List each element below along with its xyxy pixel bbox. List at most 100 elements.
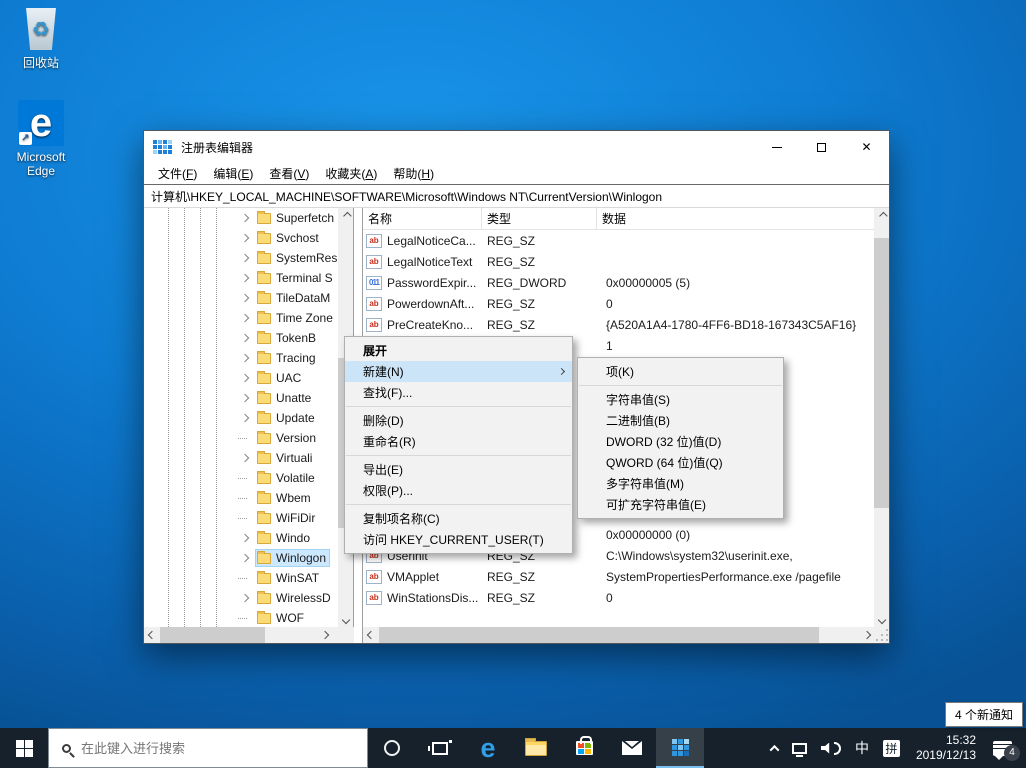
scroll-left-icon[interactable] [144,627,159,642]
expand-chevron-icon[interactable] [240,233,250,243]
context-menu-item-delete[interactable]: 删除(D) [345,410,572,431]
expand-chevron-icon[interactable] [240,393,250,403]
tree-item[interactable]: Terminal S [144,268,339,288]
values-horizontal-scrollbar[interactable] [363,627,874,643]
tree-item-winlogon-selected[interactable]: Winlogon [144,548,339,568]
scroll-up-icon[interactable] [874,208,889,223]
start-button[interactable] [0,728,48,768]
submenu-item-binary-value[interactable]: 二进制值(B) [578,410,783,431]
scroll-down-icon[interactable] [874,612,889,627]
resize-grip[interactable] [874,627,889,643]
value-row[interactable]: ab PreCreateKno... REG_SZ {A520A1A4-1780-4F… [363,314,874,335]
taskbar-mail-button[interactable] [608,728,656,768]
expand-chevron-icon[interactable] [240,413,250,423]
value-row[interactable]: ab WinStationsDis... REG_SZ 0 [363,587,874,608]
tree-item[interactable]: Windo [144,528,339,548]
tray-clock[interactable]: 15:32 2019/12/13 [907,728,985,768]
tree-view[interactable]: Superfetch Svchost SystemRes Terminal S … [144,208,339,627]
close-button[interactable]: ✕ [844,131,889,163]
address-bar[interactable]: 计算机\HKEY_LOCAL_MACHINE\SOFTWARE\Microsof… [144,184,889,208]
value-row[interactable]: ab PowerdownAft... REG_SZ 0 [363,293,874,314]
tree-item[interactable]: TileDataM [144,288,339,308]
scroll-up-icon[interactable] [338,208,353,223]
submenu-item-string-value[interactable]: 字符串值(S) [578,389,783,410]
tree-item[interactable]: Update [144,408,339,428]
submenu-item-key[interactable]: 项(K) [578,361,783,382]
column-header-name[interactable]: 名称 [363,208,482,229]
tray-action-center-button[interactable]: 4 [985,728,1026,768]
tray-volume-button[interactable] [814,728,848,768]
menu-help[interactable]: 帮助(H) [385,163,442,184]
desktop-icon-recycle-bin[interactable]: ♻ 回收站 [2,8,80,71]
column-header-type[interactable]: 类型 [482,208,597,229]
taskbar-store-button[interactable] [560,728,608,768]
tree-item[interactable]: Unatte [144,388,339,408]
tree-item[interactable]: Volatile [144,468,339,488]
taskbar-edge-button[interactable]: e [464,728,512,768]
context-menu-item-copy-key-name[interactable]: 复制项名称(C) [345,508,572,529]
tree-item[interactable]: TokenB [144,328,339,348]
menu-view[interactable]: 查看(V) [261,163,317,184]
expand-chevron-icon[interactable] [240,313,250,323]
tree-item[interactable]: WOF [144,608,339,627]
submenu-item-expandable-string-value[interactable]: 可扩充字符串值(E) [578,494,783,515]
context-menu-item-permissions[interactable]: 权限(P)... [345,480,572,501]
expand-chevron-icon[interactable] [240,253,250,263]
context-menu-item-new[interactable]: 新建(N) [345,361,572,382]
tree-item[interactable]: Time Zone [144,308,339,328]
maximize-button[interactable] [799,131,844,163]
value-row[interactable]: 011 PasswordExpir... REG_DWORD 0x00000005 (… [363,272,874,293]
expand-chevron-icon[interactable] [240,593,250,603]
minimize-button[interactable] [754,131,799,163]
expand-chevron-icon[interactable] [240,213,250,223]
menu-file[interactable]: 文件(F) [150,163,205,184]
context-menu-item-goto-hkcu[interactable]: 访问 HKEY_CURRENT_USER(T) [345,529,572,550]
search-input[interactable] [81,740,331,756]
submenu-item-dword-value[interactable]: DWORD (32 位)值(D) [578,431,783,452]
title-bar[interactable]: 注册表编辑器 ✕ [144,131,889,163]
taskbar-search[interactable] [48,728,368,768]
tree-item[interactable]: Virtuali [144,448,339,468]
tree-item[interactable]: Wbem [144,488,339,508]
tray-ime-scheme-button[interactable]: 拼 [876,728,907,768]
context-menu-item-expand[interactable]: 展开 [345,340,572,361]
tree-item[interactable]: SystemRes [144,248,339,268]
value-row[interactable]: ab LegalNoticeCa... REG_SZ [363,230,874,251]
expand-chevron-icon[interactable] [240,533,250,543]
expand-chevron-icon[interactable] [240,553,250,563]
scroll-down-icon[interactable] [338,612,353,627]
values-vertical-scrollbar[interactable] [874,208,889,627]
expand-chevron-icon[interactable] [240,273,250,283]
tree-item[interactable]: Svchost [144,228,339,248]
tray-ime-mode-button[interactable]: 中 [848,728,876,768]
tree-horizontal-scrollbar[interactable] [144,627,354,643]
expand-chevron-icon[interactable] [240,453,250,463]
expand-chevron-icon[interactable] [240,293,250,303]
context-menu-item-find[interactable]: 查找(F)... [345,382,572,403]
tray-network-button[interactable] [785,728,814,768]
taskbar-cortana-button[interactable] [368,728,416,768]
tree-item[interactable]: WirelessD [144,588,339,608]
menu-edit[interactable]: 编辑(E) [205,163,261,184]
tree-item[interactable]: WiFiDir [144,508,339,528]
context-menu-item-rename[interactable]: 重命名(R) [345,431,572,452]
tree-item[interactable]: Superfetch [144,208,339,228]
scrollbar-thumb[interactable] [874,238,889,508]
context-menu-item-export[interactable]: 导出(E) [345,459,572,480]
scrollbar-thumb[interactable] [379,627,819,643]
menu-favorites[interactable]: 收藏夹(A) [317,163,385,184]
tray-show-hidden-icons-button[interactable] [764,728,785,768]
expand-chevron-icon[interactable] [240,373,250,383]
expand-chevron-icon[interactable] [240,333,250,343]
desktop-icon-microsoft-edge[interactable]: e ↗ Microsoft Edge [2,100,80,178]
tree-item[interactable]: Version [144,428,339,448]
value-row[interactable]: ab VMApplet REG_SZ SystemPropertiesPerforma… [363,566,874,587]
column-header-data[interactable]: 数据 [597,208,874,229]
tree-item[interactable]: UAC [144,368,339,388]
submenu-item-multi-string-value[interactable]: 多字符串值(M) [578,473,783,494]
scroll-right-icon[interactable] [859,627,874,642]
taskbar-task-view-button[interactable] [416,728,464,768]
value-row[interactable]: ab LegalNoticeText REG_SZ [363,251,874,272]
taskbar-file-explorer-button[interactable] [512,728,560,768]
scrollbar-thumb[interactable] [160,627,265,643]
